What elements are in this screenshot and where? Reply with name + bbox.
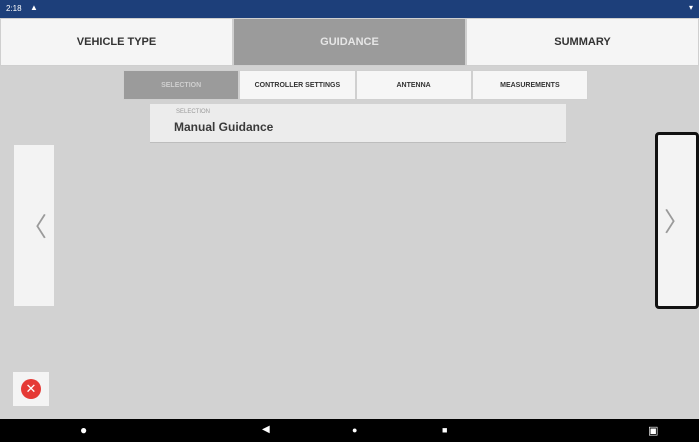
status-bar: 2:18 ▲ ▾	[0, 0, 699, 18]
subtab-selection[interactable]: SELECTION	[123, 70, 240, 100]
signal-icon: ▾	[688, 3, 693, 12]
main-tabs: VEHICLE TYPE GUIDANCE SUMMARY	[0, 18, 699, 66]
cancel-button[interactable]: ✕	[13, 372, 49, 406]
sub-tabs: SELECTION CONTROLLER SETTINGS ANTENNA ME…	[123, 70, 588, 100]
tab-vehicle-type[interactable]: VEHICLE TYPE	[0, 18, 233, 66]
logo-icon[interactable]: ●	[80, 423, 87, 437]
guidance-selection-field[interactable]: SELECTION Manual Guidance	[150, 104, 566, 143]
previous-button[interactable]: 〈	[14, 145, 54, 306]
subtab-antenna[interactable]: ANTENNA	[355, 70, 472, 100]
back-icon[interactable]: ◀	[262, 424, 270, 435]
camera-icon[interactable]: ▣	[648, 424, 658, 437]
tab-summary[interactable]: SUMMARY	[466, 18, 699, 66]
status-time: 2:18	[6, 4, 22, 13]
chevron-right-icon: 〉	[663, 207, 690, 237]
recent-apps-icon[interactable]: ■	[442, 425, 447, 435]
subtab-controller-settings[interactable]: CONTROLLER SETTINGS	[239, 70, 356, 100]
home-icon[interactable]: ●	[352, 425, 357, 435]
selection-caption: SELECTION	[176, 109, 211, 115]
tab-guidance[interactable]: GUIDANCE	[233, 18, 466, 66]
warning-icon: ▲	[30, 3, 38, 12]
chevron-left-icon: 〈	[20, 212, 47, 242]
subtab-measurements[interactable]: MEASUREMENTS	[471, 70, 588, 100]
selection-value: Manual Guidance	[174, 120, 274, 134]
next-button[interactable]: 〉	[655, 132, 699, 309]
close-icon: ✕	[21, 379, 41, 399]
android-nav-bar: ● ◀ ● ■ ▣	[0, 419, 699, 442]
